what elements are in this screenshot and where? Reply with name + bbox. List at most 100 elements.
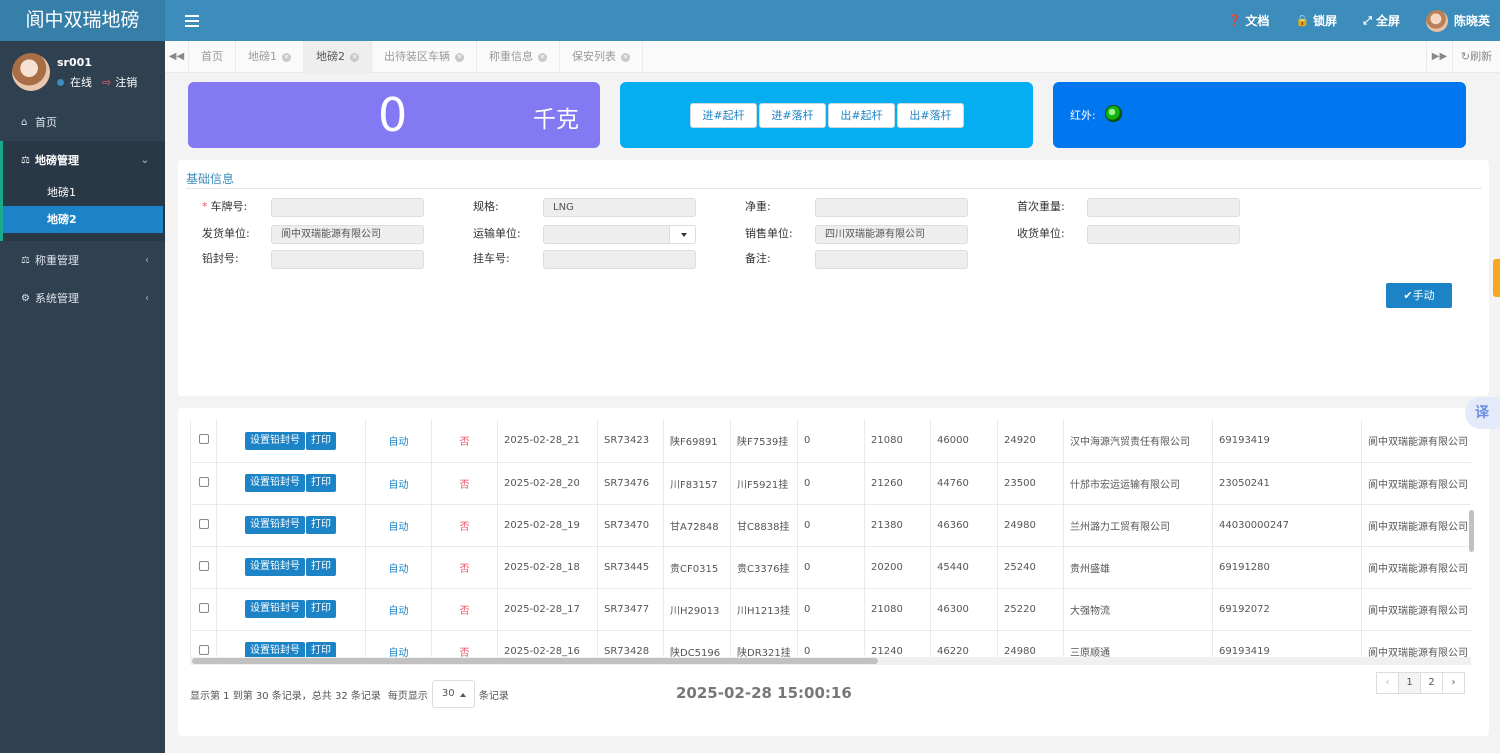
plate-input[interactable] bbox=[271, 198, 424, 217]
tab-weighbridge-2[interactable]: 地磅2 ✕ bbox=[304, 41, 372, 73]
close-icon[interactable]: ✕ bbox=[538, 52, 547, 62]
row-checkbox[interactable] bbox=[198, 644, 209, 655]
row-checkbox[interactable] bbox=[198, 602, 209, 613]
table-cell: 阆中双瑞能源有限公司 bbox=[1361, 462, 1471, 505]
first-weight-label: 首次重量: bbox=[1017, 200, 1065, 213]
set-seal-button[interactable]: 设置铅封号 bbox=[245, 474, 305, 492]
docs-link[interactable]: ❓ 文档 bbox=[1228, 12, 1270, 29]
seal-label: 铅封号: bbox=[202, 252, 239, 265]
carrier-select[interactable] bbox=[543, 225, 696, 244]
sidebar-group-weighbridge: ⚖ 地磅管理 ⌄ 地磅1 地磅2 bbox=[0, 141, 165, 241]
sidebar-subitem-weighbridge-2[interactable]: 地磅2 bbox=[3, 206, 163, 233]
table-cell: 贵C3376挂 bbox=[730, 546, 798, 589]
seller-input[interactable]: 四川双瑞能源有限公司 bbox=[815, 225, 968, 244]
chevron-left-icon: ‹ bbox=[145, 254, 149, 266]
expand-icon: ⤢ bbox=[1363, 13, 1372, 27]
table-row: 设置铅封号 打印 自动否 2025-02-28_18 SR73445 贵CF0315 贵C3… bbox=[190, 546, 1471, 589]
tab-security-list[interactable]: 保安列表 ✕ bbox=[560, 41, 643, 73]
table-cell: 23500 bbox=[997, 462, 1064, 505]
page-2-button[interactable]: 2 bbox=[1420, 672, 1443, 694]
tabs: 首页 地磅1 ✕ 地磅2 ✕ 出待装区车辆 ✕ 称重信息 ✕ 保安列表 ✕ bbox=[189, 41, 643, 73]
menu-toggle-icon[interactable] bbox=[185, 12, 199, 28]
remark-label: 备注: bbox=[745, 252, 771, 265]
sidebar-item-weighbridge[interactable]: ⚖ 地磅管理 ⌄ bbox=[3, 141, 165, 179]
fullscreen-link[interactable]: ⤢ 全屏 bbox=[1363, 12, 1400, 29]
receiver-input[interactable] bbox=[1087, 225, 1240, 244]
table-cell: 阆中双瑞能源有限公司 bbox=[1361, 504, 1471, 547]
sidebar-item-system[interactable]: ⚙ 系统管理 ‹ bbox=[0, 279, 165, 317]
translate-button[interactable]: 译 bbox=[1465, 397, 1500, 429]
tab-home[interactable]: 首页 bbox=[189, 41, 236, 73]
table-cell: 0 bbox=[797, 420, 865, 463]
row-checkbox[interactable] bbox=[198, 434, 209, 445]
print-button[interactable]: 打印 bbox=[306, 558, 336, 576]
horizontal-scrollbar[interactable] bbox=[190, 657, 1471, 665]
user-name: sr001 bbox=[57, 56, 92, 69]
tabs-scroll-left-icon[interactable]: ◀◀ bbox=[165, 41, 189, 73]
spec-input[interactable]: LNG bbox=[543, 198, 696, 217]
table-cell: 44760 bbox=[930, 462, 998, 505]
table-cell: 69191280 bbox=[1212, 546, 1362, 589]
exit-gate-lower-button[interactable]: 出#落杆 bbox=[897, 103, 964, 128]
close-icon[interactable]: ✕ bbox=[282, 52, 291, 62]
chevron-left-icon: ‹ bbox=[145, 292, 149, 304]
tab-waiting-vehicles[interactable]: 出待装区车辆 ✕ bbox=[372, 41, 477, 73]
top-header: 阆中双瑞地磅 ❓ 文档 🔒 锁屏 ⤢ 全屏 陈晓英 bbox=[0, 0, 1500, 41]
user-menu[interactable]: 陈晓英 bbox=[1425, 9, 1490, 32]
set-seal-button[interactable]: 设置铅封号 bbox=[245, 558, 305, 576]
gate-control-panel: 进#起杆 进#落杆 出#起杆 出#落杆 bbox=[620, 82, 1033, 148]
exit-gate-raise-button[interactable]: 出#起杆 bbox=[828, 103, 895, 128]
entry-gate-raise-button[interactable]: 进#起杆 bbox=[690, 103, 757, 128]
trailer-input[interactable] bbox=[543, 250, 696, 269]
table-cell: SR73477 bbox=[597, 588, 664, 631]
table-cell: 21260 bbox=[864, 462, 931, 505]
first-weight-input[interactable] bbox=[1087, 198, 1240, 217]
remark-input[interactable] bbox=[815, 250, 968, 269]
print-button[interactable]: 打印 bbox=[306, 431, 336, 450]
set-seal-button[interactable]: 设置铅封号 bbox=[245, 431, 305, 450]
close-icon[interactable]: ✕ bbox=[621, 52, 630, 62]
shipper-input[interactable]: 阆中双瑞能源有限公司 bbox=[271, 225, 424, 244]
row-checkbox[interactable] bbox=[198, 518, 209, 529]
set-seal-button[interactable]: 设置铅封号 bbox=[245, 600, 305, 618]
table-cell: 陕F69891 bbox=[663, 420, 731, 463]
receiver-label: 收货单位: bbox=[1017, 227, 1065, 240]
table-cell: 21380 bbox=[864, 504, 931, 547]
page-size-select[interactable]: 30 bbox=[431, 680, 475, 708]
row-checkbox[interactable] bbox=[198, 476, 209, 487]
table-cell: 川H29013 bbox=[663, 588, 731, 631]
print-button[interactable]: 打印 bbox=[306, 516, 336, 534]
sidebar-item-home[interactable]: ⌂ 首页 bbox=[0, 103, 165, 141]
table-cell: 25220 bbox=[997, 588, 1064, 631]
lock-screen-link[interactable]: 🔒 锁屏 bbox=[1295, 12, 1337, 29]
infrared-panel: 红外: bbox=[1053, 82, 1466, 148]
page-1-button[interactable]: 1 bbox=[1398, 672, 1421, 694]
sidebar-subitem-weighbridge-1[interactable]: 地磅1 bbox=[3, 179, 165, 206]
print-button[interactable]: 打印 bbox=[306, 474, 336, 492]
vertical-scrollbar[interactable] bbox=[1467, 420, 1475, 660]
refresh-button[interactable]: ↻刷新 bbox=[1452, 41, 1500, 73]
tab-weighing-info[interactable]: 称重信息 ✕ bbox=[477, 41, 560, 73]
tab-weighbridge-1[interactable]: 地磅1 ✕ bbox=[236, 41, 304, 73]
close-icon[interactable]: ✕ bbox=[350, 52, 359, 62]
chevron-down-icon: ⌄ bbox=[140, 154, 149, 166]
table-cell: 自动 bbox=[365, 462, 432, 505]
next-page-button[interactable]: › bbox=[1442, 672, 1465, 694]
close-icon[interactable]: ✕ bbox=[455, 52, 464, 62]
net-weight-input[interactable] bbox=[815, 198, 968, 217]
weight-value: 0 bbox=[378, 88, 408, 142]
print-button[interactable]: 打印 bbox=[306, 600, 336, 618]
tabs-scroll-right-icon[interactable]: ▶▶ bbox=[1426, 41, 1452, 73]
logout-link[interactable]: 注销 bbox=[115, 74, 137, 90]
manual-button[interactable]: ✔手动 bbox=[1386, 283, 1452, 308]
set-seal-button[interactable]: 设置铅封号 bbox=[245, 516, 305, 534]
seal-input[interactable] bbox=[271, 250, 424, 269]
sidebar-item-weighing[interactable]: ⚖ 称重管理 ‹ bbox=[0, 241, 165, 279]
table-cell: 0 bbox=[797, 504, 865, 547]
row-checkbox[interactable] bbox=[198, 560, 209, 571]
logout-icon[interactable]: ⇨ bbox=[102, 76, 111, 89]
entry-gate-lower-button[interactable]: 进#落杆 bbox=[759, 103, 826, 128]
prev-page-button[interactable]: ‹ bbox=[1376, 672, 1399, 694]
side-scroll-indicator bbox=[1493, 259, 1500, 297]
balance-scale-icon: ⚖ bbox=[21, 154, 30, 166]
